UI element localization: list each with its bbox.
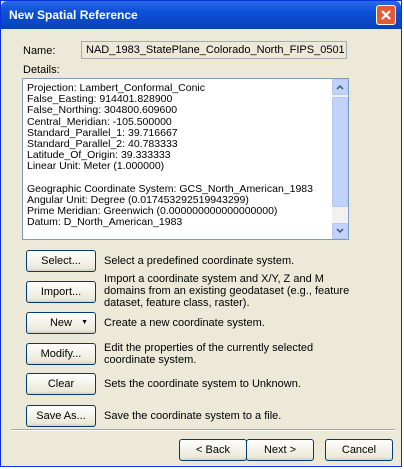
name-label: Name: (23, 45, 56, 57)
dropdown-arrow-icon: ▼ (81, 319, 88, 326)
detail-line: Linear Unit: Meter (1.000000) (27, 160, 165, 173)
select-button[interactable]: Select... (26, 250, 96, 272)
import-description: Import a coordinate system and X/Y, Z an… (104, 273, 350, 309)
window-title: New Spatial Reference (9, 8, 138, 22)
title-bar: New Spatial Reference (1, 1, 401, 29)
vertical-scrollbar[interactable] (332, 79, 348, 239)
select-description: Select a predefined coordinate system. (104, 255, 295, 267)
next-button[interactable]: Next > (246, 439, 314, 461)
detail-line: Datum: D_North_American_1983 (27, 216, 183, 229)
footer-separator (11, 429, 395, 431)
scroll-up-button[interactable] (332, 79, 348, 95)
name-field[interactable]: NAD_1983_StatePlane_Colorado_North_FIPS_… (81, 41, 347, 59)
close-button[interactable] (376, 5, 396, 25)
clear-description: Sets the coordinate system to Unknown. (104, 378, 301, 390)
new-button[interactable]: New ▼ (26, 312, 96, 334)
new-description: Create a new coordinate system. (104, 317, 265, 329)
scroll-thumb[interactable] (332, 97, 348, 207)
cancel-button[interactable]: Cancel (325, 439, 393, 461)
chevron-up-icon (336, 84, 344, 90)
back-button[interactable]: < Back (179, 439, 247, 461)
new-button-label: New (49, 317, 72, 329)
details-label: Details: (23, 64, 60, 76)
close-icon (381, 10, 391, 20)
save-as-description: Save the coordinate system to a file. (104, 410, 282, 422)
scroll-down-button[interactable] (332, 223, 348, 239)
import-button[interactable]: Import... (26, 281, 96, 303)
detail-line (27, 173, 327, 184)
clear-button[interactable]: Clear (26, 373, 96, 395)
dialog-window: New Spatial Reference Name: NAD_1983_Sta… (0, 0, 402, 467)
modify-button[interactable]: Modify... (26, 343, 96, 365)
detail-line: False_Northing: 304800.609600 (27, 104, 178, 117)
modify-description: Edit the properties of the currently sel… (104, 342, 314, 366)
save-as-button[interactable]: Save As... (26, 405, 96, 427)
details-textbox[interactable]: Projection: Lambert_Conformal_Conic Fals… (22, 78, 349, 240)
chevron-down-icon (336, 228, 344, 234)
details-content: Projection: Lambert_Conformal_Conic Fals… (27, 82, 327, 229)
